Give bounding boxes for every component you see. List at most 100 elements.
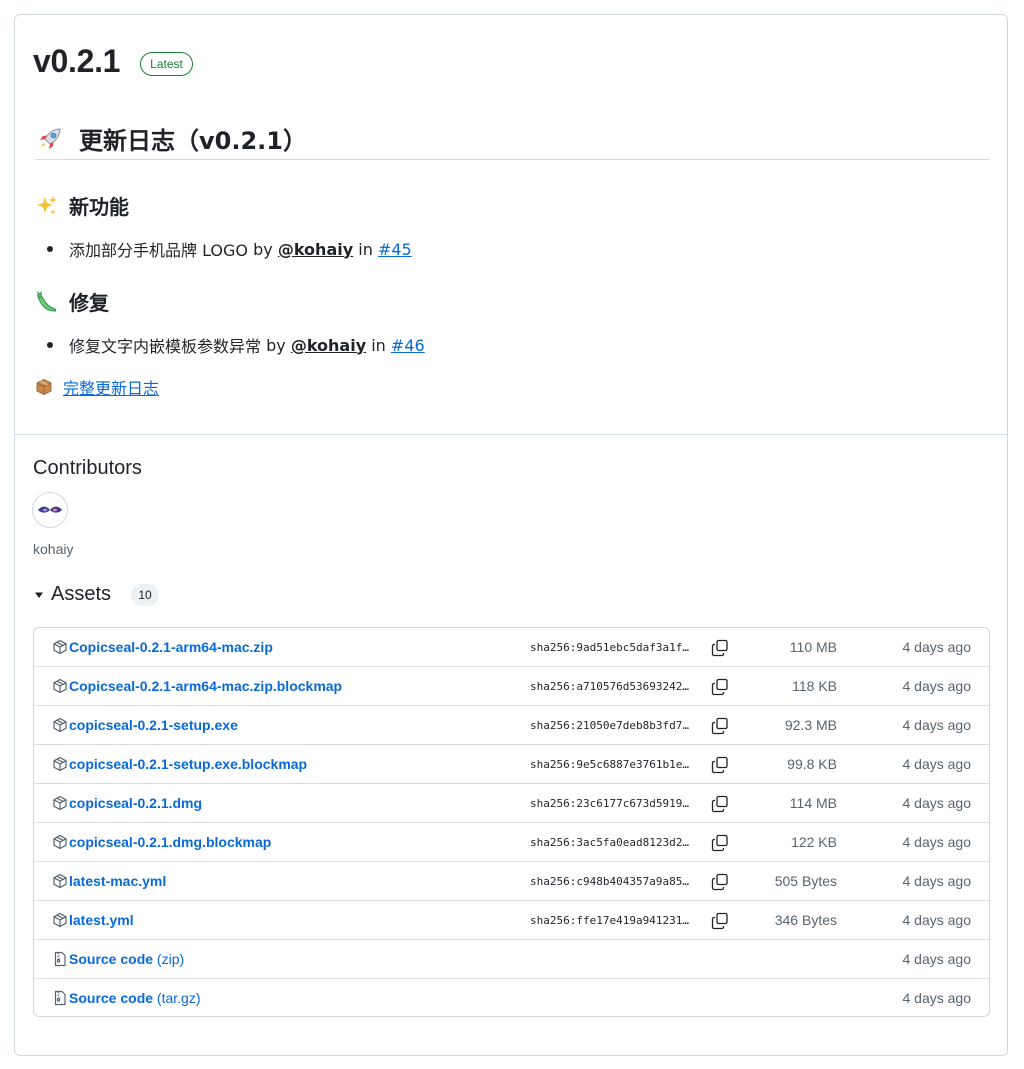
assets-list: Copicseal-0.2.1-arm64-mac.zip sha256:9ad5… <box>33 627 990 1017</box>
copy-icon[interactable] <box>710 716 730 736</box>
asset-sha256: sha256:c948b404357a9a85… <box>530 875 689 888</box>
asset-download-link[interactable]: latest-mac.yml <box>69 873 166 889</box>
file-zip-icon <box>52 990 68 1006</box>
asset-sha256: sha256:3ac5fa0ead8123d2… <box>530 836 689 849</box>
asset-size: 122 KB <box>791 834 837 850</box>
asset-download-link[interactable]: Copicseal-0.2.1-arm64-mac.zip.blockmap <box>69 678 342 694</box>
asset-download-link[interactable]: copicseal-0.2.1.dmg <box>69 795 202 811</box>
bullet <box>47 342 53 348</box>
asset-row: copicseal-0.2.1.dmg.blockmap sha256:3ac5f… <box>34 823 989 862</box>
asset-date: 4 days ago <box>902 717 972 733</box>
latest-badge: Latest <box>140 51 193 76</box>
features-heading: 新功能 <box>35 191 129 220</box>
asset-date: 4 days ago <box>902 795 972 811</box>
list-item: 添加部分手机品牌 LOGO by @kohaiy in #45 <box>47 237 412 261</box>
assets-heading: Assets <box>51 583 112 605</box>
asset-sha256: sha256:23c6177c673d5919… <box>530 797 689 810</box>
in-label: in <box>371 335 386 355</box>
contributor-name[interactable]: kohaiy <box>33 541 73 557</box>
sparkles-icon <box>35 194 59 218</box>
fixes-heading: 修复 <box>35 287 109 316</box>
asset-sha256: sha256:9ad51ebc5daf3a1f… <box>530 641 689 654</box>
file-zip-icon <box>52 951 68 967</box>
contributor-avatar[interactable] <box>32 492 68 528</box>
asset-date: 4 days ago <box>902 678 972 694</box>
asset-size: 346 Bytes <box>774 912 837 928</box>
release-card: v0.2.1 Latest 更新日志（v0.2.1） 新功能 添加部分手机品牌 … <box>14 14 1008 1056</box>
asset-sha256: sha256:ffe17e419a941231… <box>530 914 689 927</box>
asset-sha256: sha256:21050e7deb8b3fd7… <box>530 719 689 732</box>
asset-date: 4 days ago <box>902 951 972 967</box>
asset-row: latest-mac.yml sha256:c948b404357a9a85… 5… <box>34 862 989 901</box>
package-icon <box>52 834 68 850</box>
package-icon <box>52 873 68 889</box>
copy-icon[interactable] <box>710 677 730 697</box>
asset-sha256: sha256:9e5c6887e3761b1e… <box>530 758 689 771</box>
asset-format-label: (zip) <box>156 951 185 967</box>
in-label: in <box>358 239 373 259</box>
copy-icon[interactable] <box>710 872 730 892</box>
asset-row: Copicseal-0.2.1-arm64-mac.zip sha256:9ad5… <box>34 628 989 667</box>
section-divider <box>15 434 1007 435</box>
copy-icon[interactable] <box>710 911 730 931</box>
fixes-heading-text: 修复 <box>69 291 109 315</box>
contributors-heading: Contributors <box>33 457 142 479</box>
full-changelog-link[interactable]: 完整更新日志 <box>63 375 159 399</box>
assets-count-badge: 10 <box>131 583 160 606</box>
asset-date: 4 days ago <box>902 912 972 928</box>
user-mention-link[interactable]: @kohaiy <box>291 336 366 355</box>
copy-icon[interactable] <box>710 794 730 814</box>
notes-heading: 更新日志（v0.2.1） <box>35 121 307 156</box>
asset-size: 92.3 MB <box>784 717 837 733</box>
asset-download-link[interactable]: copicseal-0.2.1.dmg.blockmap <box>69 834 271 850</box>
asset-date: 4 days ago <box>902 756 972 772</box>
asset-row: Source code (zip) 4 days ago <box>34 940 989 979</box>
triangle-down-icon <box>33 589 45 601</box>
user-mention-link[interactable]: @kohaiy <box>278 240 353 259</box>
list-item: 修复文字内嵌模板参数异常 by @kohaiy in #46 <box>47 333 425 357</box>
package-icon <box>52 795 68 811</box>
asset-download-link[interactable]: Copicseal-0.2.1-arm64-mac.zip <box>69 639 273 655</box>
copy-icon[interactable] <box>710 638 730 658</box>
copy-icon[interactable] <box>710 755 730 775</box>
bug-icon <box>35 290 59 314</box>
asset-download-link[interactable]: Source code (tar.gz) <box>69 990 201 1006</box>
by-label: by <box>253 239 273 259</box>
package-icon <box>52 912 68 928</box>
asset-size: 99.8 KB <box>787 756 837 772</box>
asset-row: copicseal-0.2.1-setup.exe sha256:21050e7d… <box>34 706 989 745</box>
issue-link[interactable]: #45 <box>378 240 412 259</box>
asset-date: 4 days ago <box>902 834 972 850</box>
full-changelog: 完整更新日志 <box>35 375 159 399</box>
asset-download-link[interactable]: Source code (zip) <box>69 951 184 967</box>
list-item-text: 添加部分手机品牌 LOGO <box>69 241 249 260</box>
package-icon <box>52 678 68 694</box>
bullet <box>47 246 53 252</box>
package-icon <box>52 639 68 655</box>
asset-size: 114 MB <box>789 795 837 811</box>
asset-download-link[interactable]: copicseal-0.2.1-setup.exe <box>69 717 238 733</box>
package-icon <box>52 756 68 772</box>
package-icon <box>35 378 53 396</box>
asset-date: 4 days ago <box>902 873 972 889</box>
asset-download-link[interactable]: copicseal-0.2.1-setup.exe.blockmap <box>69 756 307 772</box>
release-header: v0.2.1 Latest <box>33 43 193 80</box>
features-heading-text: 新功能 <box>69 195 129 219</box>
by-label: by <box>266 335 286 355</box>
asset-sha256: sha256:a710576d53693242… <box>530 680 689 693</box>
asset-download-link[interactable]: latest.yml <box>69 912 134 928</box>
release-body: v0.2.1 Latest 更新日志（v0.2.1） 新功能 添加部分手机品牌 … <box>15 15 1007 434</box>
assets-toggle[interactable]: Assets 10 <box>33 583 160 606</box>
asset-date: 4 days ago <box>902 990 972 1006</box>
issue-link[interactable]: #46 <box>391 336 425 355</box>
copy-icon[interactable] <box>710 833 730 853</box>
asset-row: Source code (tar.gz) 4 days ago <box>34 979 989 1016</box>
asset-row: Copicseal-0.2.1-arm64-mac.zip.blockmap sh… <box>34 667 989 706</box>
asset-size: 110 MB <box>789 639 837 655</box>
list-item-text: 修复文字内嵌模板参数异常 <box>69 337 262 356</box>
asset-format-label: (tar.gz) <box>156 990 201 1006</box>
rocket-icon <box>35 124 65 154</box>
asset-size: 505 Bytes <box>774 873 837 889</box>
release-title[interactable]: v0.2.1 <box>33 43 120 80</box>
package-icon <box>52 717 68 733</box>
